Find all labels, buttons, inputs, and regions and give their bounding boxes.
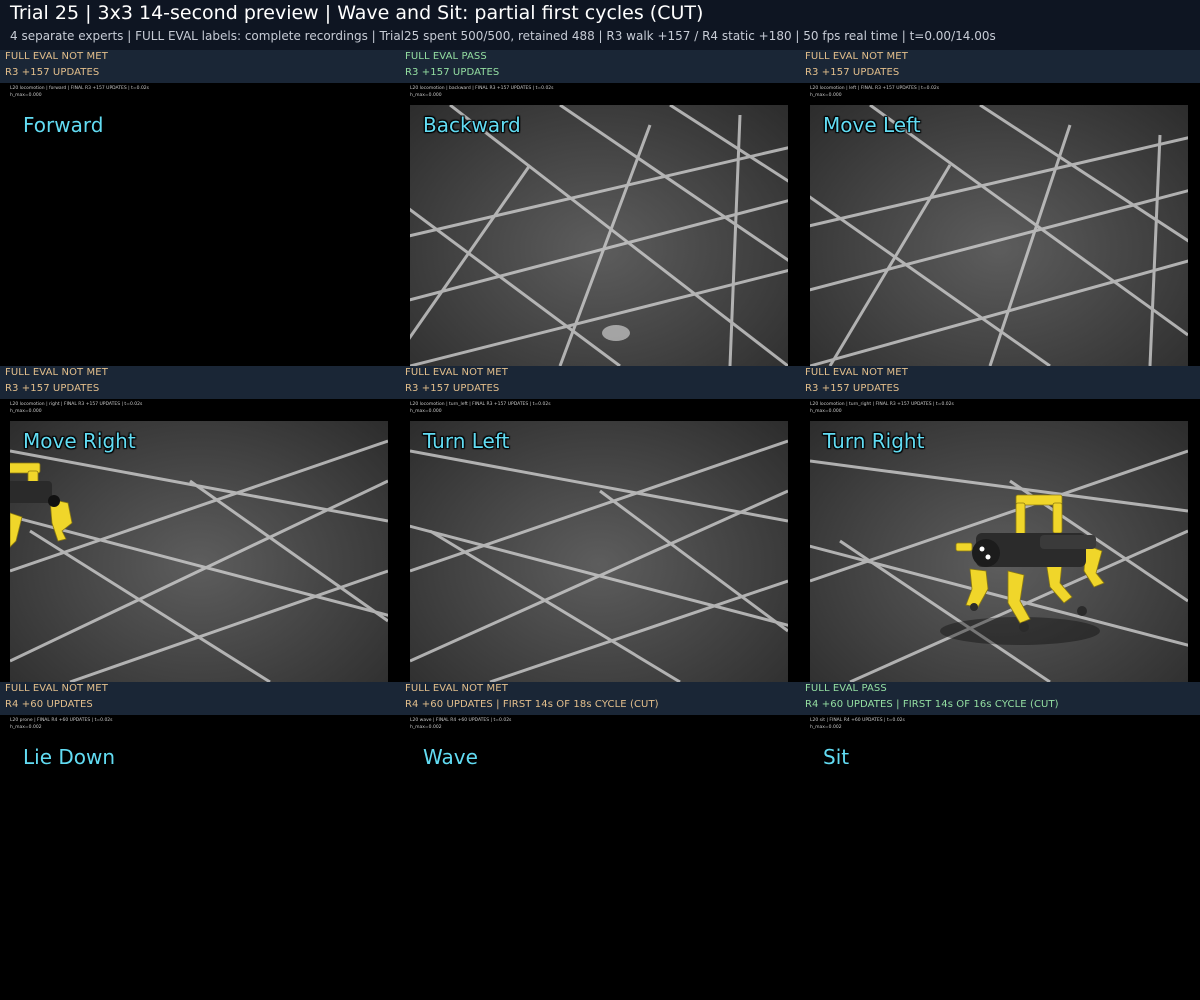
cell-status-bar: FULL EVAL PASS R4 +60 UPDATES | FIRST 14… [800,682,1200,715]
simulation-video [10,421,388,682]
update-count: R4 +60 UPDATES | FIRST 14s OF 18s CYCLE … [405,699,659,710]
simulation-video [810,105,1188,366]
video-overlay-hmax: h_max=0.000 [410,409,442,414]
video-cell-move-left: FULL EVAL NOT MET R3 +157 UPDATES L20 lo… [800,50,1200,366]
update-count: R3 +157 UPDATES [805,383,900,394]
video-overlay-hmax: h_max=0.000 [410,93,442,98]
video-overlay-text: L20 locomotion | left | FINAL R3 +157 UP… [810,86,940,91]
page-subtitle: 4 separate experts | FULL EVAL labels: c… [10,29,996,43]
command-label: Backward [423,113,521,137]
floor-grid [410,439,788,682]
cell-status-bar: FULL EVAL NOT MET R3 +157 UPDATES [400,366,800,399]
video-overlay-hmax: h_max=0.002 [810,725,842,730]
video-overlay-text: L20 sit | FINAL R4 +60 UPDATES | t=0.02s [810,718,905,723]
header-bar: Trial 25 | 3x3 14-second preview | Wave … [0,0,1200,50]
video-cell-wave: FULL EVAL NOT MET R4 +60 UPDATES | FIRST… [400,682,800,998]
video-cell-sit: FULL EVAL PASS R4 +60 UPDATES | FIRST 14… [800,682,1200,998]
floor-grid [410,105,788,366]
video-overlay-text: L20 locomotion | backward | FINAL R3 +15… [410,86,554,91]
video-overlay-hmax: h_max=0.002 [410,725,442,730]
page-title: Trial 25 | 3x3 14-second preview | Wave … [10,2,704,24]
command-label: Sit [823,745,850,769]
cell-status-bar: FULL EVAL NOT MET R4 +60 UPDATES [0,682,400,715]
video-overlay-text: L20 locomotion | forward | FINAL R3 +157… [10,86,150,91]
update-count: R3 +157 UPDATES [5,383,100,394]
video-overlay-text: L20 locomotion | right | FINAL R3 +157 U… [10,402,143,407]
video-cell-turn-left: FULL EVAL NOT MET R3 +157 UPDATES L20 lo… [400,366,800,682]
video-cell-forward: FULL EVAL NOT MET R3 +157 UPDATES L20 lo… [0,50,400,366]
eval-status: FULL EVAL PASS [405,51,487,62]
eval-status: FULL EVAL NOT MET [405,683,508,694]
video-overlay-hmax: h_max=0.002 [10,725,42,730]
command-label: Wave [423,745,478,769]
cell-status-bar: FULL EVAL NOT MET R3 +157 UPDATES [800,366,1200,399]
command-label: Move Right [23,429,136,453]
quadruped-robot-partial [10,462,73,548]
cell-status-bar: FULL EVAL NOT MET R3 +157 UPDATES [0,366,400,399]
eval-status: FULL EVAL NOT MET [805,367,908,378]
cell-status-bar: FULL EVAL PASS R3 +157 UPDATES [400,50,800,83]
eval-status: FULL EVAL NOT MET [5,367,108,378]
command-label: Forward [23,113,104,137]
command-label: Move Left [823,113,921,137]
video-cell-turn-right: FULL EVAL NOT MET R3 +157 UPDATES L20 lo… [800,366,1200,682]
video-overlay-text: L20 locomotion | turn_left | FINAL R3 +1… [410,402,551,407]
video-overlay-text: L20 prone | FINAL R4 +60 UPDATES | t=0.0… [10,718,113,723]
update-count: R3 +157 UPDATES [405,383,500,394]
eval-status: FULL EVAL NOT MET [5,51,108,62]
quadruped-robot [940,494,1105,645]
cell-status-bar: FULL EVAL NOT MET R3 +157 UPDATES [0,50,400,83]
video-overlay-hmax: h_max=0.000 [10,409,42,414]
video-cell-backward: FULL EVAL PASS R3 +157 UPDATES L20 locom… [400,50,800,366]
command-label: Lie Down [23,745,116,769]
floor-grid [810,105,1188,366]
update-count: R3 +157 UPDATES [5,67,100,78]
video-cell-lie-down: FULL EVAL NOT MET R4 +60 UPDATES L20 pro… [0,682,400,998]
update-count: R4 +60 UPDATES | FIRST 14s OF 16s CYCLE … [805,699,1059,710]
video-overlay-hmax: h_max=0.000 [810,93,842,98]
simulation-video [410,421,788,682]
eval-status: FULL EVAL NOT MET [5,683,108,694]
video-overlay-text: L20 locomotion | turn_right | FINAL R3 +… [810,402,954,407]
eval-status: FULL EVAL NOT MET [405,367,508,378]
simulation-video [810,421,1188,682]
cell-status-bar: FULL EVAL NOT MET R3 +157 UPDATES [800,50,1200,83]
update-count: R3 +157 UPDATES [805,67,900,78]
update-count: R4 +60 UPDATES [5,699,93,710]
simulation-video [410,105,788,366]
video-overlay-text: L20 wave | FINAL R4 +60 UPDATES | t=0.02… [410,718,512,723]
command-label: Turn Left [423,429,510,453]
update-count: R3 +157 UPDATES [405,67,500,78]
cell-status-bar: FULL EVAL NOT MET R4 +60 UPDATES | FIRST… [400,682,800,715]
video-cell-move-right: FULL EVAL NOT MET R3 +157 UPDATES L20 lo… [0,366,400,682]
eval-status: FULL EVAL PASS [805,683,887,694]
video-overlay-hmax: h_max=0.000 [810,409,842,414]
video-overlay-hmax: h_max=0.000 [10,93,42,98]
command-label: Turn Right [823,429,925,453]
eval-status: FULL EVAL NOT MET [805,51,908,62]
